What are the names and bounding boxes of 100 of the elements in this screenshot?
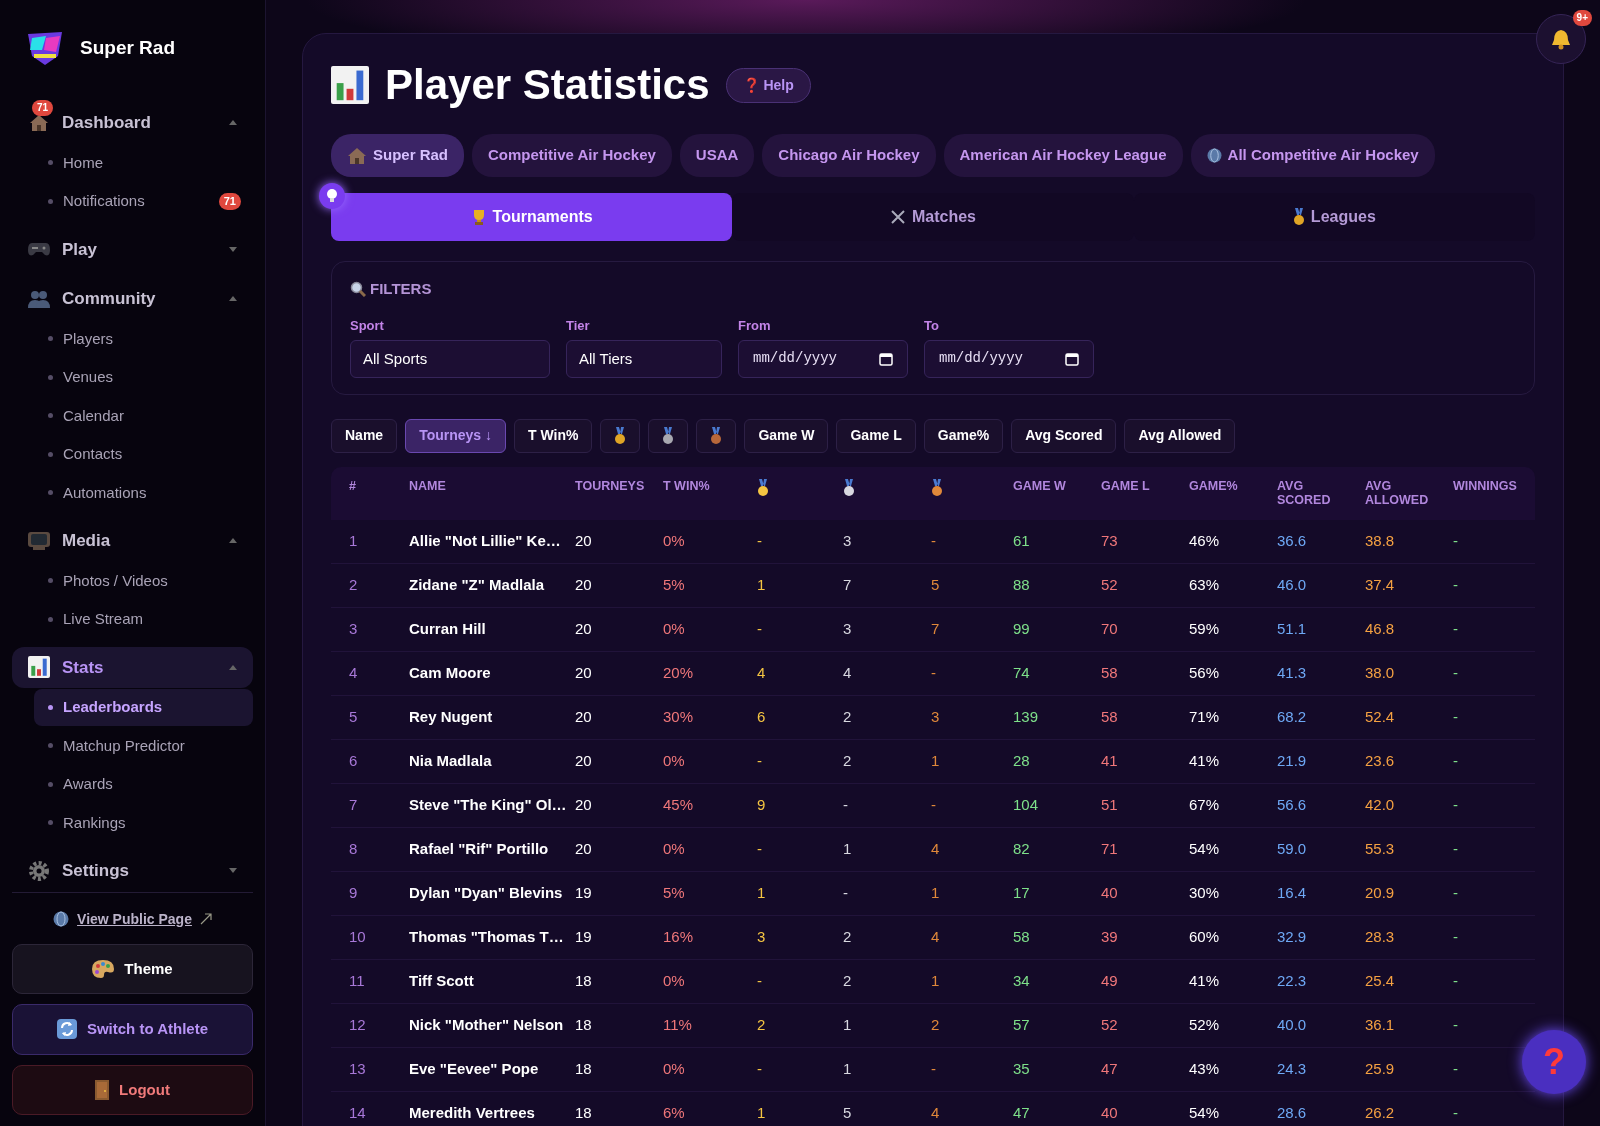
table-cell: 9 (749, 783, 835, 828)
table-cell: 28.3 (1357, 915, 1445, 960)
sidebar-item[interactable]: Leaderboards (34, 689, 253, 726)
table-cell: 18 (567, 1047, 655, 1092)
table-cell: Rafael "Rif" Portillo (401, 827, 567, 872)
table-cell: 26.2 (1357, 1091, 1445, 1126)
sidebar-section[interactable]: Play (12, 228, 253, 270)
table-cell: Curran Hill (401, 607, 567, 652)
table-cell: 4 (923, 915, 1005, 960)
scope-pill[interactable]: USAA (679, 134, 755, 177)
scope-pill[interactable]: All Competitive Air Hockey (1190, 134, 1435, 177)
table-cell: - (749, 959, 835, 1004)
table-cell: - (1445, 519, 1535, 564)
notifications-button[interactable] (1536, 14, 1586, 64)
table-cell: 46.0 (1269, 563, 1357, 608)
sort-button[interactable]: Game L (836, 418, 916, 453)
table-cell: 1 (749, 563, 835, 608)
table-cell: 71 (1093, 827, 1181, 872)
sidebar-item[interactable]: Home (34, 144, 253, 181)
scope-pill[interactable]: Competitive Air Hockey (472, 134, 672, 177)
table-cell: 41% (1181, 959, 1269, 1004)
switch-role-button[interactable]: Switch to Athlete (12, 1004, 253, 1055)
sort-button[interactable]: Avg Allowed (1124, 418, 1236, 453)
theme-button[interactable]: Theme (12, 943, 253, 994)
table-cell: 60% (1181, 915, 1269, 960)
tab[interactable]: Leagues (1133, 192, 1535, 241)
table-cell: 4 (835, 651, 923, 696)
table-cell: - (1445, 1091, 1535, 1126)
sort-button[interactable]: Name (331, 418, 398, 453)
help-button[interactable]: ❓ Help (725, 67, 811, 103)
page-title: Player Statistics (385, 60, 710, 110)
sidebar-item[interactable]: Rankings (34, 804, 253, 841)
sort-button[interactable] (600, 418, 641, 453)
sort-button[interactable]: T Win% (514, 418, 593, 453)
date-input[interactable]: mm/dd/yyyy (751, 347, 871, 371)
select-field[interactable]: All Sports (350, 339, 550, 378)
sidebar-item[interactable]: Players (34, 320, 253, 357)
table-cell: 2 (331, 563, 401, 608)
table-cell: 51 (1093, 783, 1181, 828)
sidebar-item[interactable]: Venues (34, 359, 253, 396)
search-icon (350, 281, 366, 298)
sort-button[interactable]: Tourneys ↓ (405, 418, 506, 453)
tab[interactable]: Matches (732, 192, 1134, 241)
table-cell: 22.3 (1269, 959, 1357, 1004)
sidebar-item[interactable]: Automations (34, 474, 253, 511)
sidebar-section[interactable]: 71 Dashboard (12, 102, 253, 144)
sidebar-item[interactable]: Photos / Videos (34, 562, 253, 599)
sidebar-section[interactable]: Media (12, 520, 253, 562)
table-cell: 82 (1005, 827, 1093, 872)
table-cell: 3 (835, 519, 923, 564)
select-field[interactable]: All Tiers (566, 339, 722, 378)
scope-pill[interactable]: Chicago Air Hockey (762, 134, 936, 177)
date-input[interactable]: mm/dd/yyyy (937, 347, 1057, 371)
sidebar-section[interactable]: Settings (12, 850, 253, 892)
table-cell: 2 (749, 1003, 835, 1048)
table-cell: 36.6 (1269, 519, 1357, 564)
public-page-link[interactable]: View Public Page (77, 908, 192, 930)
table-cell: 70 (1093, 607, 1181, 652)
sidebar-item[interactable]: Live Stream (34, 601, 253, 638)
table-cell: Cam Moore (401, 651, 567, 696)
sidebar-item[interactable]: Matchup Predictor (34, 727, 253, 764)
sidebar-item[interactable]: Notifications 71 (34, 183, 253, 220)
table-cell: 7 (835, 563, 923, 608)
table-cell: - (1445, 739, 1535, 784)
table-cell: 58 (1093, 651, 1181, 696)
sort-button[interactable] (696, 418, 737, 453)
scope-pill[interactable]: Super Rad (331, 134, 464, 177)
table-cell: - (923, 519, 1005, 564)
tab[interactable]: Tournaments (331, 192, 733, 241)
lightbulb-icon (326, 187, 338, 204)
sidebar-item[interactable]: Calendar (34, 397, 253, 434)
logout-button[interactable]: Logout (12, 1064, 253, 1115)
scope-pill[interactable]: American Air Hockey League (943, 134, 1183, 177)
table-cell: - (749, 827, 835, 872)
table-cell: 46% (1181, 519, 1269, 564)
section-heading: FILTERS (370, 278, 432, 299)
field-label: Tier (566, 317, 591, 336)
date-field[interactable]: mm/dd/yyyy (924, 339, 1094, 378)
table-cell: 7 (923, 607, 1005, 652)
table-cell: 18 (567, 959, 655, 1004)
table-cell: 2 (923, 1003, 1005, 1048)
sort-button[interactable]: Game% (923, 418, 1004, 453)
table-cell: 52% (1181, 1003, 1269, 1048)
sidebar-section[interactable]: Community (12, 278, 253, 320)
sort-button[interactable]: Avg Scored (1011, 418, 1117, 453)
column-header: GAME L (1093, 466, 1181, 520)
table-cell: 40.0 (1269, 1003, 1357, 1048)
sort-button[interactable]: Game W (744, 418, 829, 453)
sort-button[interactable] (648, 418, 689, 453)
table-cell: 49 (1093, 959, 1181, 1004)
date-field[interactable]: mm/dd/yyyy (738, 339, 908, 378)
sidebar-item[interactable]: Awards (34, 766, 253, 803)
sidebar-section[interactable]: Stats (12, 646, 253, 688)
table-cell: Allie "Not Lillie" Ke… (401, 519, 567, 564)
table-cell: 3 (749, 915, 835, 960)
count-badge: 9+ (1572, 10, 1592, 26)
sidebar-item[interactable]: Contacts (34, 436, 253, 473)
table-cell: 5 (835, 1091, 923, 1126)
television-icon (28, 531, 50, 550)
table-cell: 4 (923, 827, 1005, 872)
